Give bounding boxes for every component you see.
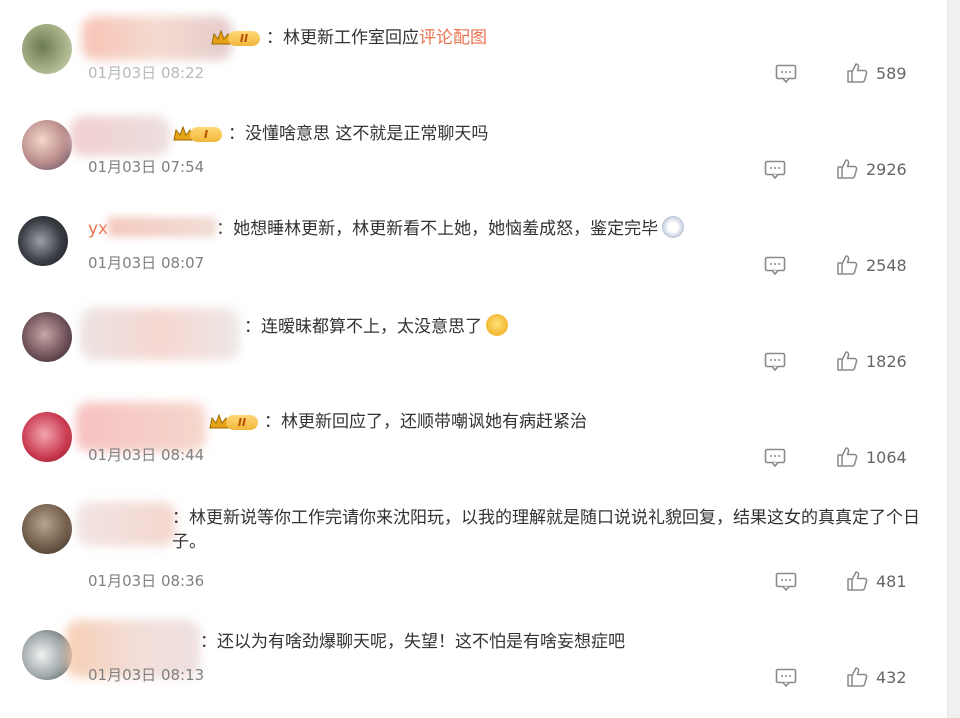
comment-text: II ：林更新工作室回应评论配图 (210, 26, 487, 50)
comment-item: II ：林更新回应了，还顺带嘲讽她有病赶紧治 01月03日 08:44 1064 (0, 392, 948, 490)
like-count: 2926 (866, 160, 907, 179)
avatar[interactable] (22, 312, 72, 362)
comment-body: ：林更新工作室回应 (266, 28, 419, 48)
username-redacted (80, 308, 240, 360)
vip-badge: II (210, 28, 262, 48)
comment-icon[interactable] (775, 668, 797, 688)
avatar[interactable] (22, 630, 72, 680)
thumbs-up-icon[interactable] (846, 62, 868, 84)
like-count: 432 (876, 668, 907, 687)
comment-time: 01月03日 08:44 (88, 446, 205, 464)
badge-level: I (190, 127, 222, 142)
like-count: 481 (876, 572, 907, 591)
like-count: 589 (876, 64, 907, 83)
comment-time: 01月03日 08:36 (88, 572, 205, 590)
comment-body: ：没懂啥意思 这不就是正常聊天吗 (228, 124, 489, 144)
comment-item: I ：没懂啥意思 这不就是正常聊天吗 01月03日 07:54 2926 (0, 98, 948, 196)
comment-text: ：连暧昧都算不上，太没意思了 (244, 314, 508, 339)
crying-face-emoji (662, 216, 685, 238)
comment-icon[interactable] (764, 160, 786, 180)
comment-text: ：林更新说等你工作完请你来沈阳玩，以我的理解就是随口说说礼貌回复，结果这女的真真… (172, 506, 932, 554)
username[interactable]: yx (88, 219, 108, 239)
comment-item: II ：林更新工作室回应评论配图 01月03日 08:22 589 (0, 0, 948, 98)
like-count: 1064 (866, 448, 907, 467)
comment-time: 01月03日 08:07 (88, 254, 205, 272)
like-count: 2548 (866, 256, 907, 275)
comment-time: 01月03日 08:22 (88, 64, 205, 82)
comment-body: ：连暧昧都算不上，太没意思了 (244, 317, 482, 337)
comment-item: yx ：她想睡林更新，林更新看不上她，她恼羞成怒，鉴定完毕 01月03日 08:0… (0, 196, 948, 294)
thumbs-up-icon[interactable] (836, 158, 858, 180)
comment-body: ：她想睡林更新，林更新看不上她，她恼羞成怒，鉴定完毕 (216, 219, 659, 239)
comment-item: ：还以为有啥劲爆聊天呢，失望！这不怕是有啥妄想症吧 01月03日 08:13 4… (0, 608, 948, 718)
comment-icon[interactable] (764, 256, 786, 276)
vip-badge: II (208, 412, 260, 432)
comment-text: yx ：她想睡林更新，林更新看不上她，她恼羞成怒，鉴定完毕 (88, 216, 685, 241)
username-redacted (70, 116, 170, 156)
comment-body: ：林更新回应了，还顺带嘲讽她有病赶紧治 (264, 412, 587, 432)
username-redacted (108, 217, 217, 237)
comment-body: ：林更新说等你工作完请你来沈阳玩，以我的理解就是随口说说礼貌回复，结果这女的真真… (172, 508, 920, 552)
comment-text: I ：没懂啥意思 这不就是正常聊天吗 (172, 122, 488, 146)
username-redacted (76, 502, 176, 546)
thumbs-up-icon[interactable] (836, 254, 858, 276)
thumbs-up-icon[interactable] (846, 570, 868, 592)
comment-time: 01月03日 07:54 (88, 158, 205, 176)
comment-icon[interactable] (764, 352, 786, 372)
badge-level: II (226, 415, 258, 430)
comment-icon[interactable] (764, 448, 786, 468)
comment-item: ：连暧昧都算不上，太没意思了 1826 (0, 294, 948, 392)
comment-time: 01月03日 08:13 (88, 666, 205, 684)
thumbs-up-icon[interactable] (836, 446, 858, 468)
thumbs-up-icon[interactable] (846, 666, 868, 688)
badge-level: II (228, 31, 260, 46)
laughing-tears-emoji (486, 314, 508, 336)
avatar[interactable] (22, 412, 72, 462)
avatar[interactable] (22, 120, 72, 170)
vip-badge: I (172, 124, 224, 144)
thumbs-up-icon[interactable] (836, 350, 858, 372)
image-link[interactable]: 评论配图 (419, 28, 487, 48)
avatar[interactable] (18, 216, 68, 266)
comment-icon[interactable] (775, 572, 797, 592)
comment-text: II ：林更新回应了，还顺带嘲讽她有病赶紧治 (208, 410, 587, 434)
comment-icon[interactable] (775, 64, 797, 84)
comment-item: ：林更新说等你工作完请你来沈阳玩，以我的理解就是随口说说礼貌回复，结果这女的真真… (0, 490, 948, 608)
comment-body: ：还以为有啥劲爆聊天呢，失望！这不怕是有啥妄想症吧 (200, 632, 625, 652)
avatar[interactable] (22, 504, 72, 554)
avatar[interactable] (22, 24, 72, 74)
comment-text: ：还以为有啥劲爆聊天呢，失望！这不怕是有啥妄想症吧 (200, 630, 625, 654)
like-count: 1826 (866, 352, 907, 371)
scrollbar[interactable] (947, 0, 960, 718)
